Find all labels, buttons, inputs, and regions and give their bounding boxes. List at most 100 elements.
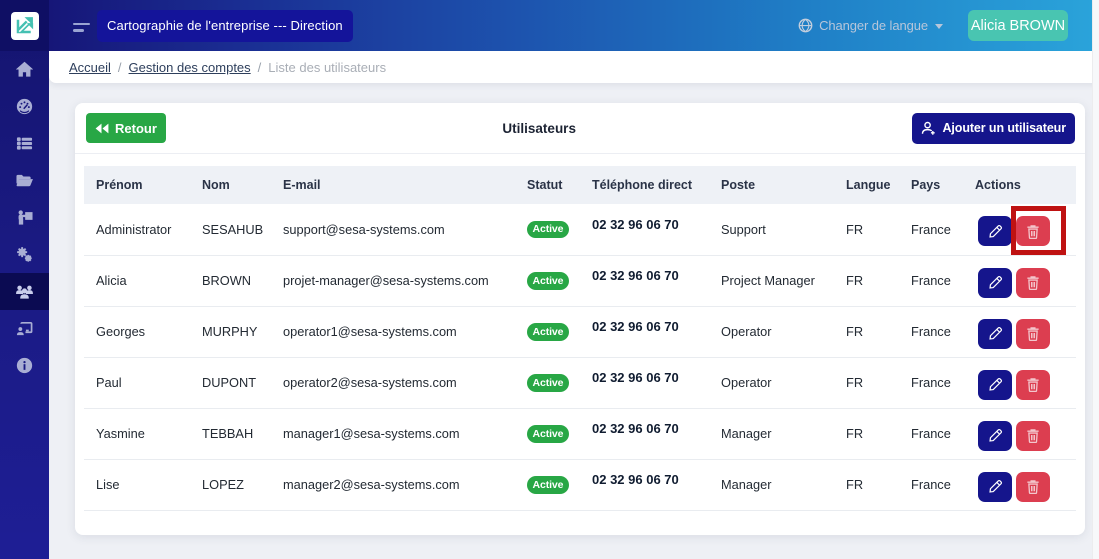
delete-button[interactable] bbox=[1016, 421, 1050, 451]
sidebar-item-dashboard[interactable] bbox=[0, 88, 49, 125]
cell-actions bbox=[963, 306, 1076, 357]
cell-country: France bbox=[899, 306, 963, 357]
pencil-icon bbox=[988, 326, 1003, 341]
gears-icon bbox=[16, 246, 33, 263]
breadcrumb-separator: / bbox=[118, 60, 122, 75]
cell-phone: 02 32 96 06 70 bbox=[580, 357, 709, 408]
cell-role: Operator bbox=[709, 306, 834, 357]
sidebar-item-screens[interactable] bbox=[0, 310, 49, 347]
status-badge: Active bbox=[527, 221, 569, 239]
sidebar-item-about[interactable] bbox=[0, 347, 49, 384]
cell-lastname: DUPONT bbox=[190, 357, 271, 408]
cell-email: manager2@sesa-systems.com bbox=[271, 459, 515, 510]
app-logo[interactable] bbox=[0, 0, 49, 51]
delete-button[interactable] bbox=[1016, 472, 1050, 502]
delete-button[interactable] bbox=[1016, 370, 1050, 400]
status-badge: Active bbox=[527, 476, 569, 494]
pencil-icon bbox=[988, 428, 1003, 443]
cell-email: support@sesa-systems.com bbox=[271, 204, 515, 255]
cell-status: Active bbox=[515, 306, 580, 357]
backward-icon bbox=[95, 123, 109, 134]
user-plus-icon bbox=[921, 121, 936, 136]
sidebar-item-documents[interactable] bbox=[0, 162, 49, 199]
delete-button[interactable] bbox=[1016, 319, 1050, 349]
breadcrumb: Accueil / Gestion des comptes / Liste de… bbox=[49, 51, 1099, 83]
table-row: Georges MURPHY operator1@sesa-systems.co… bbox=[84, 306, 1076, 357]
phone-value: 02 32 96 06 70 bbox=[592, 472, 679, 487]
cell-actions bbox=[963, 357, 1076, 408]
status-badge: Active bbox=[527, 425, 569, 443]
cell-lastname: TEBBAH bbox=[190, 408, 271, 459]
list-icon bbox=[16, 135, 33, 152]
sidebar-item-lists[interactable] bbox=[0, 125, 49, 162]
topbar-right: Changer de langue Alicia BROWN bbox=[798, 10, 1092, 41]
edit-button[interactable] bbox=[978, 421, 1012, 451]
edit-button[interactable] bbox=[978, 319, 1012, 349]
table-row: Paul DUPONT operator2@sesa-systems.com A… bbox=[84, 357, 1076, 408]
person-chalkboard-icon bbox=[16, 209, 33, 226]
breadcrumb-home-link[interactable]: Accueil bbox=[69, 60, 111, 75]
gauge-icon bbox=[16, 98, 33, 115]
cell-email: operator2@sesa-systems.com bbox=[271, 357, 515, 408]
add-user-button[interactable]: Ajouter un utilisateur bbox=[912, 113, 1075, 144]
cell-country: France bbox=[899, 459, 963, 510]
cell-role: Operator bbox=[709, 357, 834, 408]
sidebar-item-home[interactable] bbox=[0, 51, 49, 88]
cell-country: France bbox=[899, 255, 963, 306]
cell-actions bbox=[963, 408, 1076, 459]
cell-lastname: SESAHUB bbox=[190, 204, 271, 255]
cell-firstname: Paul bbox=[84, 357, 190, 408]
sidebar bbox=[0, 0, 49, 559]
cell-firstname: Administrator bbox=[84, 204, 190, 255]
back-button[interactable]: Retour bbox=[86, 113, 166, 143]
table-row: Administrator SESAHUB support@sesa-syste… bbox=[84, 204, 1076, 255]
delete-button[interactable] bbox=[1016, 216, 1050, 246]
edit-button[interactable] bbox=[978, 216, 1012, 246]
user-table-body: Administrator SESAHUB support@sesa-syste… bbox=[84, 204, 1076, 510]
phone-value: 02 32 96 06 70 bbox=[592, 268, 679, 283]
cell-role: Project Manager bbox=[709, 255, 834, 306]
cell-language: FR bbox=[834, 306, 899, 357]
breadcrumb-accounts-link[interactable]: Gestion des comptes bbox=[129, 60, 251, 75]
users-icon bbox=[16, 283, 33, 300]
phone-value: 02 32 96 06 70 bbox=[592, 319, 679, 334]
edit-button[interactable] bbox=[978, 268, 1012, 298]
trash-icon bbox=[1026, 326, 1040, 341]
cell-status: Active bbox=[515, 255, 580, 306]
trash-icon bbox=[1026, 377, 1040, 392]
cell-phone: 02 32 96 06 70 bbox=[580, 459, 709, 510]
language-menu[interactable]: Changer de langue bbox=[798, 18, 943, 33]
pencil-icon bbox=[988, 479, 1003, 494]
cell-language: FR bbox=[834, 459, 899, 510]
back-button-label: Retour bbox=[115, 121, 157, 136]
cell-role: Manager bbox=[709, 459, 834, 510]
trash-icon bbox=[1026, 275, 1040, 290]
sidebar-toggle-icon[interactable] bbox=[73, 23, 90, 32]
table-row: Lise LOPEZ manager2@sesa-systems.com Act… bbox=[84, 459, 1076, 510]
col-header-country: Pays bbox=[899, 166, 963, 204]
pencil-icon bbox=[988, 224, 1003, 239]
sidebar-item-users[interactable] bbox=[0, 273, 49, 310]
sidebar-item-presentation[interactable] bbox=[0, 199, 49, 236]
user-button[interactable]: Alicia BROWN bbox=[968, 10, 1068, 41]
sidebar-item-settings[interactable] bbox=[0, 236, 49, 273]
status-badge: Active bbox=[527, 323, 569, 341]
cell-status: Active bbox=[515, 357, 580, 408]
phone-value: 02 32 96 06 70 bbox=[592, 370, 679, 385]
cell-actions bbox=[963, 255, 1076, 306]
col-header-language: Langue bbox=[834, 166, 899, 204]
edit-button[interactable] bbox=[978, 472, 1012, 502]
cell-email: projet-manager@sesa-systems.com bbox=[271, 255, 515, 306]
delete-button[interactable] bbox=[1016, 268, 1050, 298]
cell-status: Active bbox=[515, 408, 580, 459]
users-table: Prénom Nom E-mail Statut Téléphone direc… bbox=[84, 166, 1076, 511]
col-header-status: Statut bbox=[515, 166, 580, 204]
cell-language: FR bbox=[834, 255, 899, 306]
home-icon bbox=[16, 61, 33, 78]
cell-lastname: MURPHY bbox=[190, 306, 271, 357]
phone-value: 02 32 96 06 70 bbox=[592, 421, 679, 436]
edit-button[interactable] bbox=[978, 370, 1012, 400]
col-header-email: E-mail bbox=[271, 166, 515, 204]
trash-icon bbox=[1026, 428, 1040, 443]
scrollbar[interactable] bbox=[1092, 0, 1099, 559]
